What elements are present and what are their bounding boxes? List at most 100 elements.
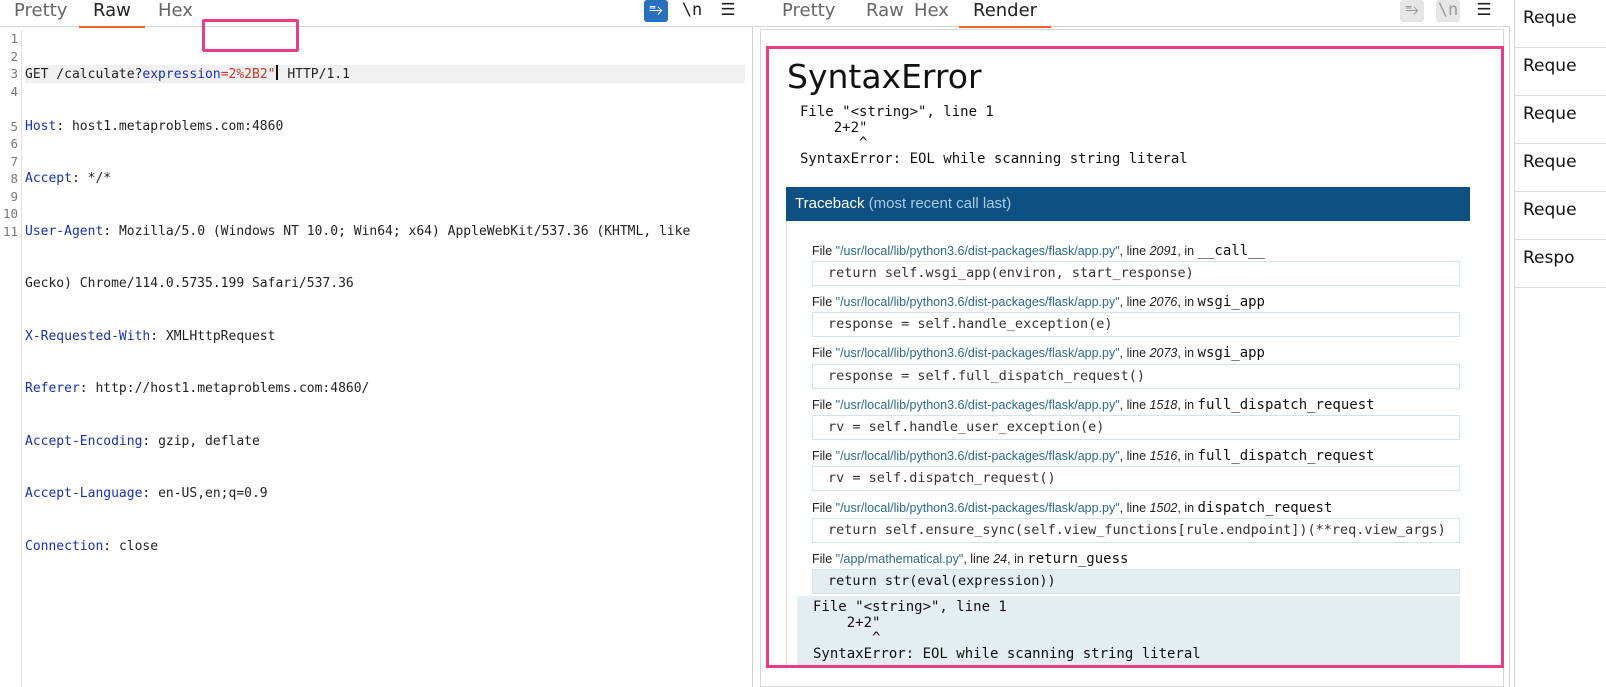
label-line: , line <box>1119 501 1147 515</box>
frame-line-no: 1502 <box>1149 501 1178 515</box>
header-line: Accept-Encoding: gzip, deflate <box>25 433 260 449</box>
traceback-note: (most recent call last) <box>868 195 1012 212</box>
frame-source[interactable]: rv = self.handle_user_exception(e) <box>812 415 1460 440</box>
sidebar-item-request[interactable]: Reque <box>1515 192 1606 240</box>
header-line: X-Requested-With: XMLHttpRequest <box>25 328 276 344</box>
frame-path[interactable]: "/app/mathematical.py" <box>836 552 964 566</box>
frame-line-no: 2073 <box>1149 346 1178 360</box>
label-file: File <box>812 449 833 463</box>
label-in: , in <box>1177 501 1195 515</box>
header-name: Referer <box>25 381 80 396</box>
frame-line-no: 2091 <box>1149 244 1178 258</box>
traceback-label: Traceback <box>795 195 865 212</box>
sidebar-item-response[interactable]: Respo <box>1515 240 1606 288</box>
tab-pretty[interactable]: Pretty <box>768 0 849 27</box>
frame-path[interactable]: "/usr/local/lib/python3.6/dist-packages/… <box>836 501 1120 515</box>
header-value: en-US,en;q=0.9 <box>158 486 268 501</box>
method-path: GET /calculate? <box>25 67 143 82</box>
label-line: , line <box>1119 244 1147 258</box>
sidebar-item-request[interactable]: Reque <box>1515 144 1606 192</box>
header-name: Connection <box>25 538 104 554</box>
tab-raw[interactable]: Raw <box>79 0 145 28</box>
header-name: Accept-Language <box>25 486 143 501</box>
tab-hex[interactable]: Hex <box>900 0 963 27</box>
frame-path[interactable]: "/usr/local/lib/python3.6/dist-packages/… <box>836 346 1120 360</box>
frame-path[interactable]: "/usr/local/lib/python3.6/dist-packages/… <box>836 398 1120 412</box>
frame-source[interactable]: rv = self.dispatch_request() <box>812 466 1460 491</box>
frame-location: File "/app/mathematical.py", line 24, in… <box>812 551 1128 567</box>
line-number: 10 <box>2 206 18 221</box>
line-number: 6 <box>10 136 18 151</box>
request-line: GET /calculate?expression=2%2B2" HTTP/1.… <box>25 65 745 83</box>
request-text[interactable]: GET /calculate?expression=2%2B2" HTTP/1.… <box>25 30 745 590</box>
line-number: 7 <box>10 153 18 169</box>
line-number: 1 <box>10 31 18 46</box>
param-value: 2%2B2" <box>228 67 276 82</box>
label-line: , line <box>1119 398 1147 412</box>
frame-source[interactable]: response = self.full_dispatch_request() <box>812 364 1460 389</box>
request-editor[interactable]: 1 2 3 4 5 6 7 8 9 10 11 GET /calculate?e… <box>0 30 753 687</box>
newline-toggle-icon[interactable]: \n <box>1436 0 1460 22</box>
tab-hex[interactable]: Hex <box>144 0 207 27</box>
frame-source[interactable]: response = self.handle_exception(e) <box>812 312 1460 337</box>
header-line: Connection: close <box>25 538 159 554</box>
sidebar-item-request[interactable]: Reque <box>1515 0 1606 48</box>
frame-line-no: 2076 <box>1149 295 1178 309</box>
frame-source[interactable]: return self.ensure_sync(self.view_functi… <box>812 518 1460 543</box>
frame-location: File "/usr/local/lib/python3.6/dist-pack… <box>812 294 1265 310</box>
label-in: , in <box>1177 295 1195 309</box>
frame-function: return_guess <box>1027 551 1129 567</box>
frame-location: File "/usr/local/lib/python3.6/dist-pack… <box>812 448 1375 464</box>
line-number: 4 <box>10 83 18 99</box>
frame-path[interactable]: "/usr/local/lib/python3.6/dist-packages/… <box>836 295 1120 309</box>
frame-function: full_dispatch_request <box>1197 397 1375 413</box>
label-file: File <box>812 501 833 515</box>
frame-source-current[interactable]: return str(eval(expression)) <box>812 569 1460 594</box>
line-number: 8 <box>10 171 18 186</box>
header-value: */* <box>87 171 112 186</box>
frame-function: wsgi_app <box>1197 345 1265 361</box>
wrap-lines-icon[interactable]: ⥱ <box>1400 0 1424 22</box>
header-value-continued: Gecko) Chrome/114.0.5735.199 Safari/537.… <box>25 276 354 291</box>
inspector-sidebar: Reque Reque Reque Reque Reque Respo <box>1514 0 1606 687</box>
frame-path[interactable]: "/usr/local/lib/python3.6/dist-packages/… <box>836 449 1120 463</box>
label-line: , line <box>1119 295 1147 309</box>
label-in: , in <box>1007 552 1024 566</box>
newline-toggle-icon[interactable]: \n <box>680 0 704 22</box>
line-number-gutter: 1 2 3 4 5 6 7 8 9 10 11 <box>0 30 22 687</box>
header-line-wrapped: Gecko) Chrome/114.0.5735.199 Safari/537.… <box>25 275 745 293</box>
menu-icon[interactable]: ☰ <box>716 0 740 22</box>
label-in: , in <box>1177 244 1195 258</box>
label-in: , in <box>1177 398 1195 412</box>
header-value: XMLHttpRequest <box>165 328 276 344</box>
frame-source[interactable]: return self.wsgi_app(environ, start_resp… <box>812 261 1460 286</box>
header-line: User-Agent: Mozilla/5.0 (Windows NT 10.0… <box>25 223 691 239</box>
header-value: http://host1.metaproblems.com:4860/ <box>95 381 370 396</box>
sidebar-item-request[interactable]: Reque <box>1515 48 1606 96</box>
tab-pretty[interactable]: Pretty <box>0 0 81 27</box>
payload-highlight-box <box>202 19 299 52</box>
frame-path[interactable]: "/usr/local/lib/python3.6/dist-packages/… <box>836 244 1120 258</box>
response-pane: Pretty Raw Hex Render ⥱ \n ☰ SyntaxError… <box>754 0 1510 687</box>
label-file: File <box>812 346 833 360</box>
response-tab-bar: Pretty Raw Hex Render ⥱ \n ☰ <box>754 0 1510 28</box>
sidebar-item-request[interactable]: Reque <box>1515 96 1606 144</box>
menu-icon[interactable]: ☰ <box>1472 0 1496 22</box>
label-in: , in <box>1177 346 1195 360</box>
header-name: Host <box>25 118 57 134</box>
frame-function: dispatch_request <box>1197 500 1333 516</box>
frame-line-no: 1516 <box>1149 449 1178 463</box>
header-name: User-Agent <box>25 223 104 239</box>
header-name: X-Requested-With <box>25 328 151 344</box>
frame-location: File "/usr/local/lib/python3.6/dist-pack… <box>812 500 1332 516</box>
header-name: Accept-Encoding <box>25 433 143 449</box>
exception-text: File "<string>", line 1 2+2" ^ SyntaxErr… <box>813 599 1201 662</box>
header-line: Host: host1.metaproblems.com:4860 <box>25 118 284 134</box>
protocol: HTTP/1.1 <box>287 67 350 82</box>
line-number: 3 <box>10 66 18 81</box>
line-number: 11 <box>2 223 18 239</box>
error-title: SyntaxError <box>787 57 982 96</box>
header-value: close <box>118 538 159 554</box>
tab-render[interactable]: Render <box>959 0 1052 28</box>
wrap-lines-icon[interactable]: ⥱ <box>644 0 668 22</box>
